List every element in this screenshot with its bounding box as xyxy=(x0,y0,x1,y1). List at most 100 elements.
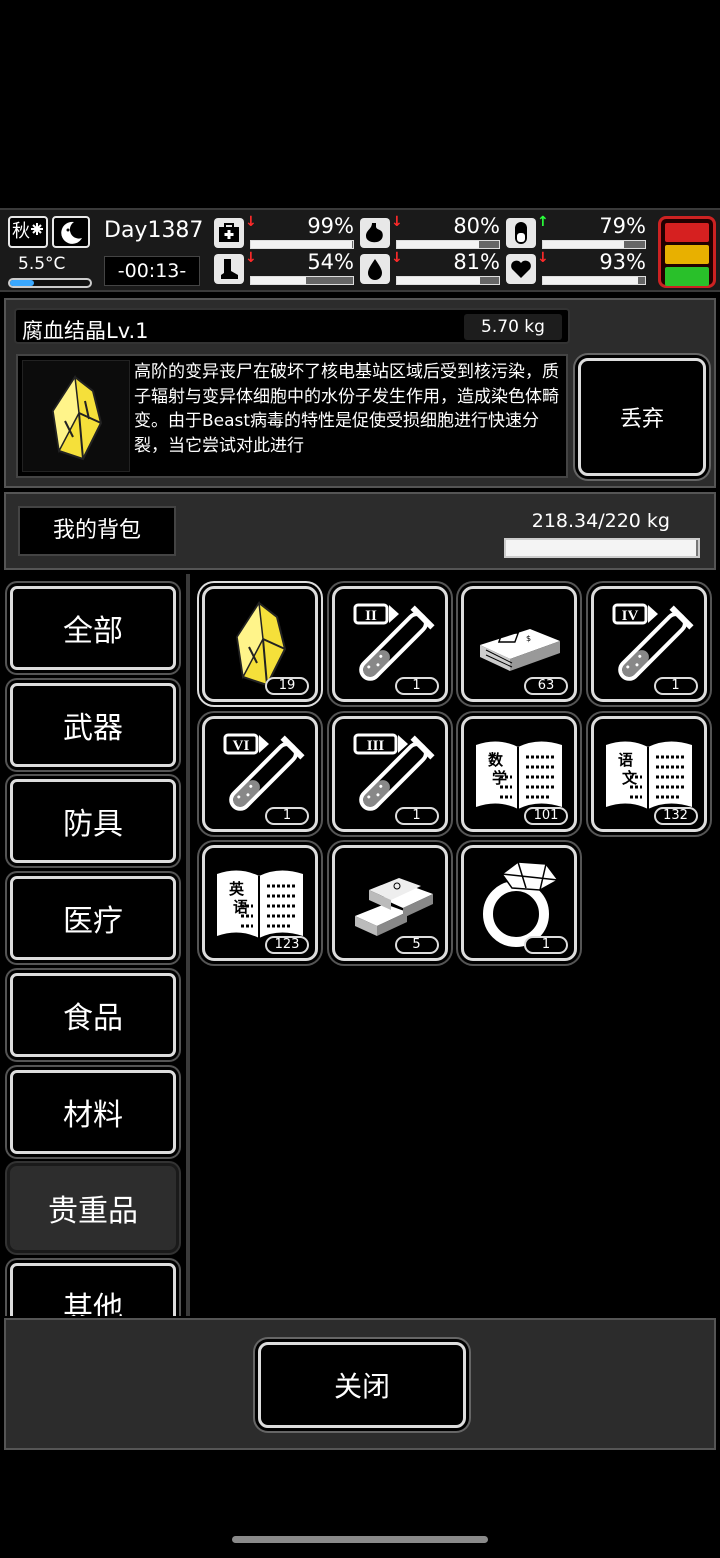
crystal-icon xyxy=(51,374,103,461)
trend-down-icon: ↓ xyxy=(537,250,549,266)
item-grid: 19 II 1 $63 IV 1 VI 1 III 1 数学 101 语文 132 英语 123 5 1 xyxy=(190,574,716,1316)
backpack-weight: 218.34/220 kg xyxy=(531,510,670,532)
snowflake-icon xyxy=(31,223,43,235)
status-bar: 秋 5.5°C Day1387 -00:13- ↓ 99% ↓ 80% ↑ 79% ↓ 54%… xyxy=(0,208,720,292)
svg-text:学: 学 xyxy=(492,769,507,787)
trend-down-icon: ↓ xyxy=(391,214,403,230)
yellow-light xyxy=(665,245,709,264)
close-button[interactable]: 关闭 xyxy=(258,1342,466,1428)
svg-text:$: $ xyxy=(526,634,531,643)
trend-down-icon: ↓ xyxy=(391,250,403,266)
stat-bar xyxy=(542,276,646,285)
item-slot[interactable]: 19 xyxy=(202,586,318,702)
category-food[interactable]: 食品 xyxy=(10,972,176,1057)
discard-button[interactable]: 丢弃 xyxy=(578,358,706,476)
item-name-bar: 腐血结晶Lv.1 5.70 kg xyxy=(14,308,570,344)
item-slot[interactable]: III 1 xyxy=(331,715,448,832)
stat-pill: ↑ 79% xyxy=(506,214,648,250)
svg-text:IV: IV xyxy=(621,608,638,624)
stat-hunger: ↓ 80% xyxy=(360,214,502,250)
backpack-title: 我的背包 xyxy=(18,506,176,556)
item-count: 1 xyxy=(265,806,309,825)
trend-up-icon: ↑ xyxy=(537,214,549,230)
svg-text:VI: VI xyxy=(233,738,250,754)
item-count: 101 xyxy=(524,806,568,825)
backpack-header: 我的背包 218.34/220 kg xyxy=(4,492,716,570)
item-slot[interactable]: 数学 101 xyxy=(461,715,577,832)
stat-value: 99% xyxy=(307,214,354,238)
item-slot[interactable]: II 1 xyxy=(331,586,448,702)
heart-icon xyxy=(506,254,536,284)
backpack-capacity-fill xyxy=(506,540,697,556)
item-count: 123 xyxy=(265,936,309,954)
stat-bar xyxy=(396,240,500,249)
item-slot[interactable]: 英语 123 xyxy=(202,845,318,961)
stat-value: 81% xyxy=(453,250,500,274)
stat-bar xyxy=(396,276,500,285)
stat-value: 54% xyxy=(307,250,354,274)
alert-lights xyxy=(658,216,716,288)
category-valuables[interactable]: 贵重品 xyxy=(10,1166,176,1251)
item-count: 19 xyxy=(265,677,309,695)
stomach-icon xyxy=(360,218,390,248)
item-description-box: 高阶的变异丧尸在破坏了核电基站区域后受到核污染，质子辐射与变异体细胞中的水份子发… xyxy=(16,354,568,478)
item-count: 5 xyxy=(394,936,439,954)
stat-bar-fill xyxy=(397,277,480,284)
season-indicator: 秋 xyxy=(8,216,48,248)
svg-text:III: III xyxy=(366,738,384,754)
category-armor[interactable]: 防具 xyxy=(10,779,176,864)
svg-text:数: 数 xyxy=(488,751,504,769)
item-name: 腐血结晶Lv.1 xyxy=(22,319,149,343)
category-all[interactable]: 全部 xyxy=(10,586,176,670)
stat-bar-fill xyxy=(543,241,624,248)
stat-stamina: ↓ 54% xyxy=(214,250,356,286)
pill-icon xyxy=(506,218,536,248)
stat-bar-fill xyxy=(251,241,352,248)
temperature-bar xyxy=(8,278,92,288)
category-list[interactable]: 全部武器防具医疗食品材料贵重品其他 xyxy=(4,574,186,1316)
footer: 关闭 xyxy=(4,1318,716,1450)
item-slot[interactable]: IV 1 xyxy=(590,586,707,702)
item-slot[interactable]: 语文 132 xyxy=(590,715,707,832)
boot-icon xyxy=(214,254,244,284)
item-count: 1 xyxy=(394,806,439,825)
stat-value: 80% xyxy=(453,214,500,238)
temperature: 5.5°C xyxy=(18,254,66,274)
svg-text:文: 文 xyxy=(622,769,638,787)
green-light xyxy=(665,267,709,286)
item-slot[interactable]: 1 xyxy=(461,845,577,961)
item-count: 132 xyxy=(653,806,698,825)
stat-mood: ↓ 93% xyxy=(506,250,648,286)
svg-text:II: II xyxy=(365,608,377,624)
svg-text:英: 英 xyxy=(229,880,245,898)
home-indicator[interactable] xyxy=(232,1536,488,1543)
temperature-bar-fill xyxy=(10,280,34,286)
stat-thirst: ↓ 81% xyxy=(360,250,502,286)
item-slot[interactable]: $63 xyxy=(461,586,577,702)
item-count: 63 xyxy=(524,677,568,695)
item-count: 1 xyxy=(524,936,568,954)
category-materials[interactable]: 材料 xyxy=(10,1069,176,1154)
season-label: 秋 xyxy=(12,221,30,242)
stat-bar-fill xyxy=(397,241,479,248)
clock: -00:13- xyxy=(104,256,200,286)
stat-bar xyxy=(542,240,646,249)
item-detail-panel: 腐血结晶Lv.1 5.70 kg 高阶的变异丧尸在破坏了核电基站区域后受到核污染… xyxy=(4,298,716,488)
stat-health: ↓ 99% xyxy=(214,214,356,250)
water-drop-icon xyxy=(360,254,390,284)
stat-bar-fill xyxy=(251,277,307,284)
backpack-capacity-bar xyxy=(504,538,700,558)
category-other[interactable]: 其他 xyxy=(10,1262,176,1316)
item-thumbnail xyxy=(22,360,130,472)
item-slot[interactable]: 5 xyxy=(331,845,448,961)
moon-icon xyxy=(52,216,90,248)
item-slot[interactable]: VI 1 xyxy=(202,715,318,832)
day-counter: Day1387 xyxy=(104,218,204,243)
category-weapons[interactable]: 武器 xyxy=(10,682,176,767)
item-weight: 5.70 kg xyxy=(464,314,562,340)
stat-bar xyxy=(250,276,354,285)
stat-value: 93% xyxy=(599,250,646,274)
trend-down-icon: ↓ xyxy=(245,214,257,230)
category-medical[interactable]: 医疗 xyxy=(10,876,176,961)
stat-bar xyxy=(250,240,354,249)
